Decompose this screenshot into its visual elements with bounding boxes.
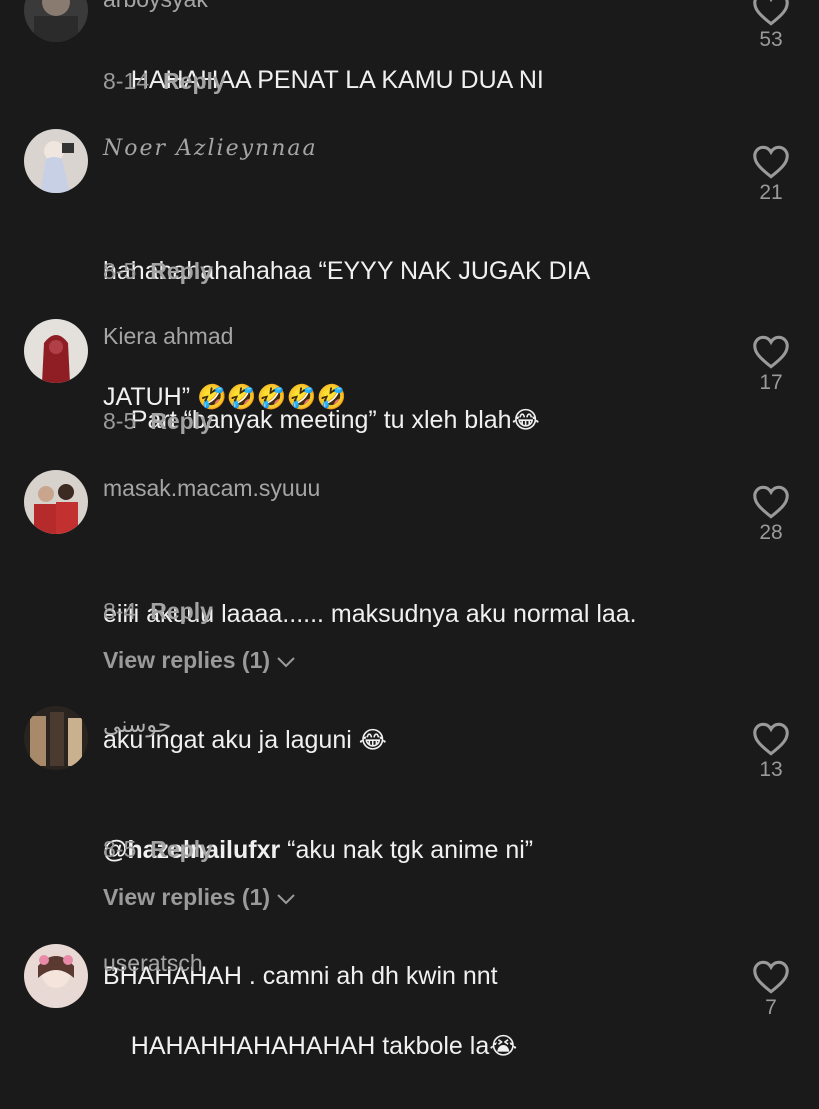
comment-text-content: “aku nak tgk anime ni” [280, 836, 534, 864]
reply-button[interactable]: Reply [150, 836, 213, 862]
comment-username[interactable]: حوسنى [103, 712, 171, 738]
tears-of-joy-emoji: 😂 [511, 407, 540, 434]
avatar[interactable] [24, 944, 88, 1008]
crying-emoji: 😭 [489, 1033, 518, 1060]
avatar[interactable] [24, 319, 88, 383]
like-count: 28 [759, 521, 783, 544]
avatar[interactable] [24, 129, 88, 193]
heart-icon [753, 722, 789, 756]
heart-icon [753, 960, 789, 994]
avatar[interactable] [24, 470, 88, 534]
comment-date: 8-4 [103, 598, 137, 624]
heart-icon [753, 335, 789, 369]
like-button[interactable]: 53 [748, 0, 794, 52]
comment-username[interactable]: arboysyak [103, 0, 208, 13]
comment-text-content: HAHAHHAHAHAHAH takbole la [130, 1032, 490, 1060]
like-count: 17 [759, 371, 783, 394]
comment-username[interactable]: masak.macam.syuuu [103, 475, 320, 502]
heart-icon [753, 485, 789, 519]
comment-meta: 8-5 Reply [103, 836, 213, 863]
view-replies-button[interactable]: View replies (1) [103, 884, 296, 912]
reply-button[interactable]: Reply [163, 68, 226, 94]
comment-date: 8-5 [103, 258, 137, 284]
reply-button[interactable]: Reply [150, 258, 213, 284]
view-replies-label: View replies (1) [103, 647, 271, 673]
like-count: 53 [759, 28, 783, 51]
chevron-down-icon [276, 885, 296, 912]
like-count: 21 [759, 181, 783, 204]
view-replies-label: View replies (1) [103, 884, 271, 910]
like-button[interactable]: 7 [748, 960, 794, 1020]
comment-date: 8-14 [103, 68, 150, 94]
heart-icon [753, 145, 789, 179]
reply-button[interactable]: Reply [150, 408, 213, 434]
comment-meta: 8-5 Reply [103, 258, 213, 285]
like-button[interactable]: 17 [748, 335, 794, 395]
comment-text: HAHAHHAHAHAHAH takbole la😭 [103, 983, 723, 1109]
comment-date: 8-5 [103, 836, 137, 862]
heart-icon [753, 0, 789, 26]
comment-meta: 8-5 Reply [103, 408, 213, 435]
like-button[interactable]: 21 [748, 145, 794, 205]
comment-username[interactable]: useratsch [103, 950, 203, 977]
view-replies-button[interactable]: View replies (1) [103, 647, 296, 675]
like-count: 7 [765, 996, 777, 1019]
reply-button[interactable]: Reply [150, 598, 213, 624]
comment-username[interactable]: Kiera ahmad [103, 323, 233, 350]
like-button[interactable]: 13 [748, 722, 794, 782]
comment-date: 8-5 [103, 408, 137, 434]
comment-username[interactable]: Noer Azlieynnaa [103, 136, 318, 161]
like-count: 13 [759, 758, 783, 781]
avatar[interactable] [24, 0, 88, 42]
avatar[interactable] [24, 706, 88, 770]
chevron-down-icon [276, 648, 296, 675]
comment-meta: 8-14 Reply [103, 68, 226, 95]
like-button[interactable]: 28 [748, 485, 794, 545]
comment-meta: 8-4 Reply [103, 598, 213, 625]
